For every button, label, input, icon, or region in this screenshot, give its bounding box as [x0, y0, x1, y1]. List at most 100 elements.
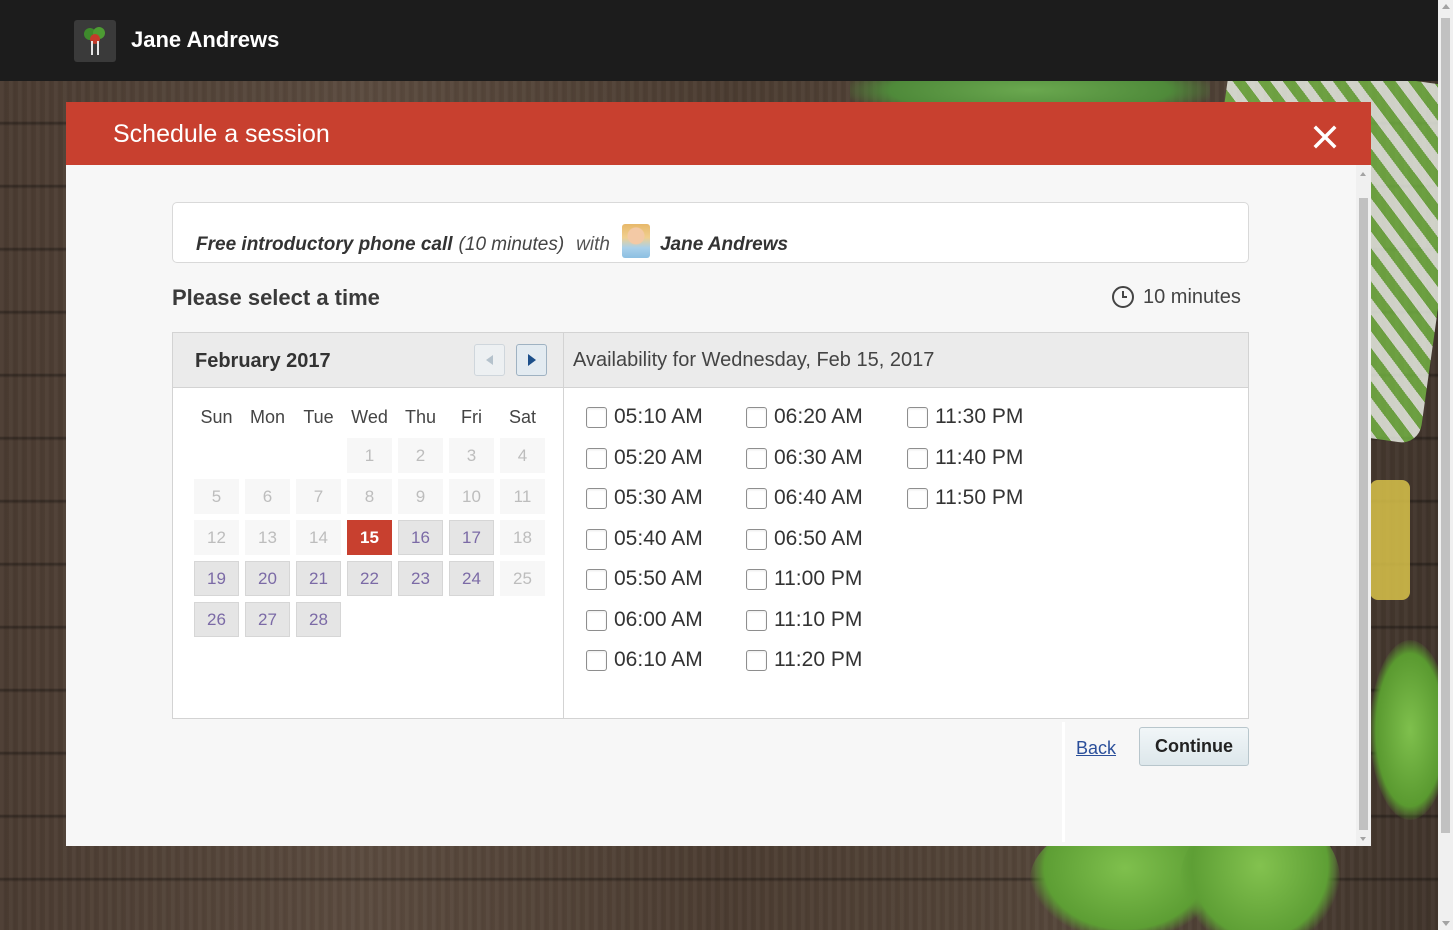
time-slot[interactable]: 05:50 AM: [586, 567, 703, 591]
time-slot-checkbox[interactable]: [586, 447, 607, 469]
page-scrollbar[interactable]: [1438, 0, 1453, 930]
time-slot-checkbox[interactable]: [586, 406, 607, 428]
time-slot[interactable]: 06:20 AM: [746, 405, 863, 429]
calendar-day[interactable]: 19: [194, 561, 239, 596]
time-slot-label[interactable]: 06:40 AM: [774, 486, 863, 510]
time-slot[interactable]: 06:10 AM: [586, 648, 703, 672]
service-summary: Free introductory phone call (10 minutes…: [172, 202, 1249, 263]
back-link[interactable]: Back: [1076, 738, 1116, 759]
calendar-day[interactable]: 26: [194, 602, 239, 637]
scrollbar-thumb[interactable]: [1441, 18, 1450, 833]
calendar-day[interactable]: 21: [296, 561, 341, 596]
calendar-day-selected[interactable]: 15: [347, 520, 392, 555]
calendar-day[interactable]: 27: [245, 602, 290, 637]
time-slot[interactable]: 06:00 AM: [586, 608, 703, 632]
time-slot[interactable]: 05:10 AM: [586, 405, 703, 429]
calendar-day[interactable]: 22: [347, 561, 392, 596]
top-bar: Jane Andrews: [0, 0, 1438, 81]
time-slot-label[interactable]: 11:40 PM: [935, 446, 1023, 470]
duration-indicator: 10 minutes: [1111, 285, 1241, 309]
time-slot-checkbox[interactable]: [586, 568, 607, 590]
modal-scrollbar[interactable]: [1356, 165, 1371, 846]
calendar-day[interactable]: 23: [398, 561, 443, 596]
time-slot-checkbox[interactable]: [746, 609, 767, 631]
weekday-label: Wed: [351, 407, 388, 427]
time-slot-label[interactable]: 06:00 AM: [614, 608, 703, 632]
time-slot-label[interactable]: 11:30 PM: [935, 405, 1023, 429]
weekday-label: Mon: [249, 407, 285, 427]
calendar-day[interactable]: 17: [449, 520, 494, 555]
time-slot[interactable]: 06:50 AM: [746, 527, 863, 551]
time-slot-checkbox[interactable]: [746, 528, 767, 550]
time-slot[interactable]: 05:40 AM: [586, 527, 703, 551]
time-slot-label[interactable]: 05:20 AM: [614, 446, 703, 470]
close-icon[interactable]: [1311, 123, 1339, 151]
calendar-day: 25: [500, 561, 545, 596]
next-month-button[interactable]: [516, 344, 547, 376]
calendar-empty-cell: [500, 602, 545, 637]
calendar-empty-cell: [398, 602, 443, 637]
time-slot-label[interactable]: 11:10 PM: [774, 608, 862, 632]
calendar-day: 18: [500, 520, 545, 555]
duration-text: 10 minutes: [1143, 285, 1241, 308]
continue-button[interactable]: Continue: [1139, 727, 1249, 766]
calendar-empty-cell: [194, 438, 239, 473]
time-slot[interactable]: 05:20 AM: [586, 446, 703, 470]
time-slot[interactable]: 06:30 AM: [746, 446, 863, 470]
time-slot-label[interactable]: 11:20 PM: [774, 648, 862, 672]
time-slot-label[interactable]: 11:00 PM: [774, 567, 862, 591]
time-slot-checkbox[interactable]: [586, 609, 607, 631]
calendar-day[interactable]: 20: [245, 561, 290, 596]
scroll-up-arrow-icon[interactable]: [1442, 4, 1450, 9]
scheduler-panel: February 2017 Availability for Wednesday…: [172, 332, 1249, 719]
calendar-day[interactable]: 24: [449, 561, 494, 596]
time-slot-checkbox[interactable]: [907, 406, 928, 428]
time-slot-checkbox[interactable]: [746, 447, 767, 469]
time-slot-label[interactable]: 05:10 AM: [614, 405, 703, 429]
scroll-down-arrow-icon[interactable]: [1442, 921, 1450, 926]
scrollbar-thumb[interactable]: [1359, 198, 1368, 830]
scroll-down-arrow-icon[interactable]: [1360, 837, 1366, 841]
time-slot-label[interactable]: 05:40 AM: [614, 527, 703, 551]
time-slot-checkbox[interactable]: [746, 487, 767, 509]
time-slot-label[interactable]: 11:50 PM: [935, 486, 1023, 510]
time-slot[interactable]: 11:30 PM: [907, 405, 1023, 429]
time-slot-checkbox[interactable]: [586, 649, 607, 671]
calendar-day: 8: [347, 479, 392, 514]
calendar-day: 13: [245, 520, 290, 555]
prev-month-button[interactable]: [474, 344, 505, 376]
time-slot-checkbox[interactable]: [746, 406, 767, 428]
time-slot[interactable]: 11:10 PM: [746, 608, 862, 632]
time-slot-checkbox[interactable]: [746, 649, 767, 671]
time-slots: 05:10 AM 05:20 AM 05:30 AM 05:40 AM 05:50 AM…: [586, 405, 1206, 695]
calendar-day: 14: [296, 520, 341, 555]
brand-name[interactable]: Jane Andrews: [131, 27, 279, 53]
calendar-day: 6: [245, 479, 290, 514]
time-slot-label[interactable]: 05:50 AM: [614, 567, 703, 591]
chevron-left-icon: [486, 355, 493, 365]
time-slot[interactable]: 06:40 AM: [746, 486, 863, 510]
time-slot[interactable]: 11:00 PM: [746, 567, 862, 591]
time-slot[interactable]: 11:40 PM: [907, 446, 1023, 470]
time-slot-checkbox[interactable]: [907, 487, 928, 509]
calendar-day[interactable]: 16: [398, 520, 443, 555]
calendar-day[interactable]: 28: [296, 602, 341, 637]
time-slot-label[interactable]: 06:30 AM: [774, 446, 863, 470]
calendar-day: 3: [449, 438, 494, 473]
time-slot-label[interactable]: 06:50 AM: [774, 527, 863, 551]
scroll-up-arrow-icon[interactable]: [1360, 172, 1366, 176]
time-slot-label[interactable]: 06:20 AM: [774, 405, 863, 429]
time-slot-checkbox[interactable]: [586, 487, 607, 509]
time-slot-checkbox[interactable]: [746, 568, 767, 590]
time-slot-label[interactable]: 06:10 AM: [614, 648, 703, 672]
time-slot-label[interactable]: 05:30 AM: [614, 486, 703, 510]
time-slot[interactable]: 11:50 PM: [907, 486, 1023, 510]
footer-area: [66, 722, 1062, 846]
vegetable-logo-icon[interactable]: [74, 20, 116, 62]
weekday-label: Thu: [404, 407, 437, 427]
calendar-day: 4: [500, 438, 545, 473]
time-slot[interactable]: 05:30 AM: [586, 486, 703, 510]
time-slot-checkbox[interactable]: [586, 528, 607, 550]
time-slot-checkbox[interactable]: [907, 447, 928, 469]
time-slot[interactable]: 11:20 PM: [746, 648, 862, 672]
